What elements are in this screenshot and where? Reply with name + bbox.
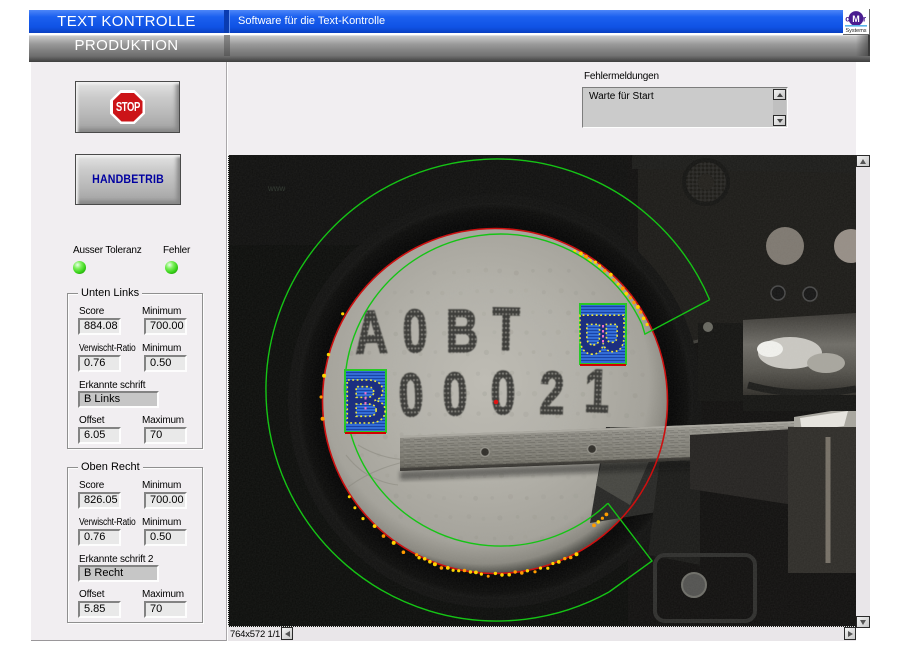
- svg-text:M: M: [852, 14, 860, 24]
- svg-text:Systems: Systems: [845, 28, 866, 34]
- svg-text:B: B: [566, 311, 638, 357]
- svg-text:r: r: [863, 15, 866, 24]
